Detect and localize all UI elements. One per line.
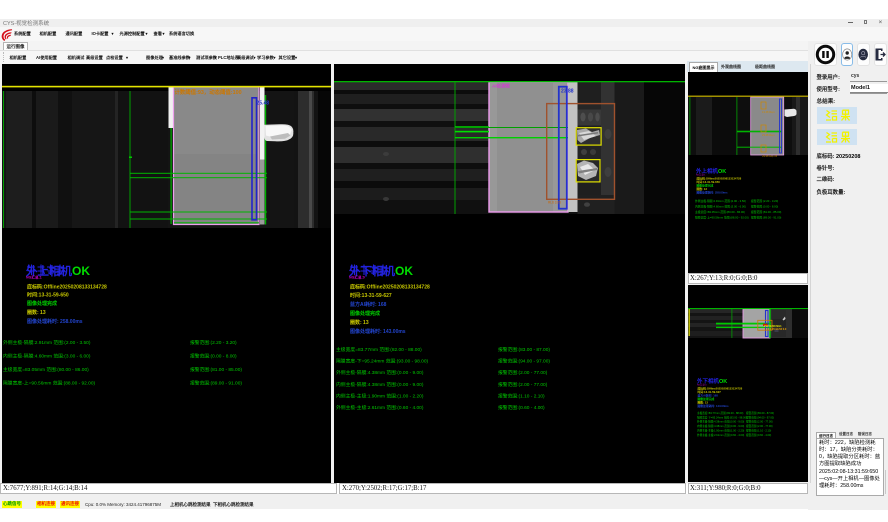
svg-text:报警范围:(1.10 - 2.10): 报警范围:(1.10 - 2.10): [746, 429, 771, 433]
svg-text:报警范围:(2.00 - 77.00): 报警范围:(2.00 - 77.00): [498, 369, 548, 376]
svg-text:时间:13-31-59-650: 时间:13-31-59-650: [27, 292, 69, 299]
svg-text:报警范围:(2.00 - 77.00): 报警范围:(2.00 - 77.00): [746, 420, 773, 424]
svg-text:报警范围:(89.00 - 91.00): 报警范围:(89.00 - 91.00): [190, 380, 242, 387]
svg-text:报警范围:(83.00 - 87.00): 报警范围:(83.00 - 87.00): [498, 346, 550, 353]
svg-text:25.48: 25.48: [257, 101, 270, 107]
svg-text:报警范围:(0.00 - 8.00): 报警范围:(0.00 - 8.00): [190, 353, 237, 360]
svg-text:外侧主极-主极:2.61mm 范围:(0.60 - 4.00: 外侧主极-主极:2.61mm 范围:(0.60 - 4.00): [697, 433, 744, 437]
svg-text:图像处理完成: 图像处理完成: [350, 310, 380, 317]
svg-text:内侧主极-主极:1.90mm 范围:(1.00 - 2.20: 内侧主极-主极:1.90mm 范围:(1.00 - 2.20): [336, 392, 424, 399]
svg-text:内侧主极-隔膜:4.38mm 范围:(0.00 - 9.00: 内侧主极-隔膜:4.38mm 范围:(0.00 - 9.00): [336, 381, 424, 388]
svg-text:报警范围:(0.60 - 4.00): 报警范围:(0.60 - 4.00): [746, 433, 771, 437]
svg-text:图像处理完成: 图像处理完成: [27, 300, 57, 307]
svg-text:隔膜宽度-下=95.24mm 范围:(93.00 - 98.: 隔膜宽度-下=95.24mm 范围:(93.00 - 98.00): [336, 358, 429, 365]
svg-text:AI检测框: AI检测框: [492, 83, 510, 90]
svg-text:内侧主极-主极:1.90mm 范围:(1.00 - 2.20: 内侧主极-主极:1.90mm 范围:(1.00 - 2.20): [697, 429, 744, 433]
svg-text:报警范围:(89.00 - 91.00): 报警范围:(89.00 - 91.00): [751, 216, 781, 220]
svg-text:报警范围:(2.20 - 3.20): 报警范围:(2.20 - 3.20): [751, 199, 778, 203]
svg-text:外侧主极-隔膜:4.38mm 范围:(0.00 - 9.00: 外侧主极-隔膜:4.38mm 范围:(0.00 - 9.00): [697, 420, 744, 424]
svg-text:外侧主极-隔膜:2.91mm 范围:(2.00 - 3.50: 外侧主极-隔膜:2.91mm 范围:(2.00 - 3.50): [3, 339, 91, 346]
svg-text:33.48 Ra;1 B: 33.48 Ra;1 B: [762, 154, 777, 158]
svg-text:主极宽度=83.05mm 范围:(80.00 - 86.00: 主极宽度=83.05mm 范围:(80.00 - 86.00): [3, 366, 89, 373]
svg-text:外侧主极-主极:2.61mm 范围:(0.60 - 4.00: 外侧主极-主极:2.61mm 范围:(0.60 - 4.00): [336, 404, 424, 411]
svg-text:报警范围:(0.00 - 8.00): 报警范围:(0.00 - 8.00): [751, 205, 778, 209]
svg-text:报警范围:(94.00 - 97.00): 报警范围:(94.00 - 97.00): [746, 415, 774, 419]
svg-text:23.88: 23.88: [561, 89, 574, 95]
svg-text:报警范围:(0.60 - 4.00): 报警范围:(0.60 - 4.00): [498, 404, 545, 411]
svg-text:报警范围:(1.10 - 2.10): 报警范围:(1.10 - 2.10): [498, 392, 545, 399]
svg-text:外侧主极-隔膜:4.38mm 范围:(0.00 - 9.00: 外侧主极-隔膜:4.38mm 范围:(0.00 - 9.00): [336, 369, 424, 376]
svg-text:23.48 Ra;1: 23.48 Ra;1: [762, 133, 775, 137]
svg-text:报警范围:(81.00 - 85.00): 报警范围:(81.00 - 85.00): [751, 210, 781, 214]
svg-text:隔膜宽度-下=95.24mm 范围:(93.00 - 98.: 隔膜宽度-下=95.24mm 范围:(93.00 - 98.00): [697, 415, 747, 419]
svg-text:底标码:Offline20250208133134728: 底标码:Offline20250208133134728: [349, 284, 430, 291]
svg-text:主极宽度=83.77mm 范围:(82.00 - 88.00: 主极宽度=83.77mm 范围:(82.00 - 88.00): [697, 411, 743, 415]
svg-text:报警范围:(83.00 - 87.00): 报警范围:(83.00 - 87.00): [746, 411, 774, 415]
svg-text:13.48 Ra;1: 13.48 Ra;1: [762, 110, 775, 114]
svg-text:图像处理耗时: 258.00ms: 图像处理耗时: 258.00ms: [697, 191, 729, 195]
svg-text:RL6 3.05: RL6 3.05: [548, 201, 561, 205]
svg-text:蓝方AI耗时: 168: 蓝方AI耗时: 168: [350, 301, 387, 308]
svg-text:图像处理耗时: 143.00ms: 图像处理耗时: 143.00ms: [350, 328, 406, 335]
svg-text:报警范围:(81.00 - 85.00): 报警范围:(81.00 - 85.00): [190, 366, 242, 373]
svg-text:内侧主极-隔膜:4.60mm 范围:(3.00 - 6.00: 内侧主极-隔膜:4.60mm 范围:(3.00 - 6.00): [3, 353, 91, 360]
svg-text:内侧主极-隔膜:4.60mm 范围:(3.00 - 6.00: 内侧主极-隔膜:4.60mm 范围:(3.00 - 6.00): [695, 205, 746, 209]
svg-text:隔膜宽度-上=90.56mm 范围:(88.00 - 92.: 隔膜宽度-上=90.56mm 范围:(88.00 - 92.00): [695, 216, 749, 220]
svg-text:隔膜宽度-上=90.56mm 范围:(88.00 - 92.: 隔膜宽度-上=90.56mm 范围:(88.00 - 92.00): [3, 380, 96, 387]
svg-text:报警范围:(94.00 - 97.00): 报警范围:(94.00 - 97.00): [498, 358, 550, 365]
svg-text:图像处理耗时: 143.00ms: 图像处理耗时: 143.00ms: [698, 404, 730, 408]
svg-text:2.91 3.05 90.56 0.0: 2.91 3.05 90.56 0.0: [764, 327, 787, 331]
svg-text:圈数: 13: 圈数: 13: [27, 309, 46, 316]
svg-text:外侧主极-隔膜:2.91mm 范围:(2.00 - 3.50: 外侧主极-隔膜:2.91mm 范围:(2.00 - 3.50): [695, 199, 746, 203]
svg-text:报警范围:(2.00 - 77.00): 报警范围:(2.00 - 77.00): [746, 424, 773, 428]
svg-text:计数阈值:93，动态阈值:100: 计数阈值:93，动态阈值:100: [175, 88, 242, 96]
svg-text:底标码:Offline20250208133134728: 底标码:Offline20250208133134728: [26, 284, 107, 291]
svg-text:NG汇总:1: NG汇总:1: [26, 275, 42, 280]
svg-text:主极宽度=83.77mm 范围:(82.00 - 88.00: 主极宽度=83.77mm 范围:(82.00 - 88.00): [336, 346, 422, 353]
svg-text:时间:13-31-59-627: 时间:13-31-59-627: [350, 292, 392, 299]
svg-text:报警范围:(2.00 - 77.00): 报警范围:(2.00 - 77.00): [498, 381, 548, 388]
svg-text:主极宽度=83.05mm 范围:(80.00 - 86.00: 主极宽度=83.05mm 范围:(80.00 - 86.00): [695, 210, 745, 214]
svg-text:图像处理耗时: 258.00ms: 图像处理耗时: 258.00ms: [27, 318, 83, 325]
svg-text:NG汇总:0: NG汇总:0: [349, 275, 365, 280]
svg-text:内侧主极-隔膜:4.38mm 范围:(0.00 - 9.00: 内侧主极-隔膜:4.38mm 范围:(0.00 - 9.00): [697, 424, 744, 428]
svg-text:报警范围:(2.20 - 3.20): 报警范围:(2.20 - 3.20): [190, 339, 237, 346]
svg-text:圈数: 13: 圈数: 13: [350, 319, 369, 326]
